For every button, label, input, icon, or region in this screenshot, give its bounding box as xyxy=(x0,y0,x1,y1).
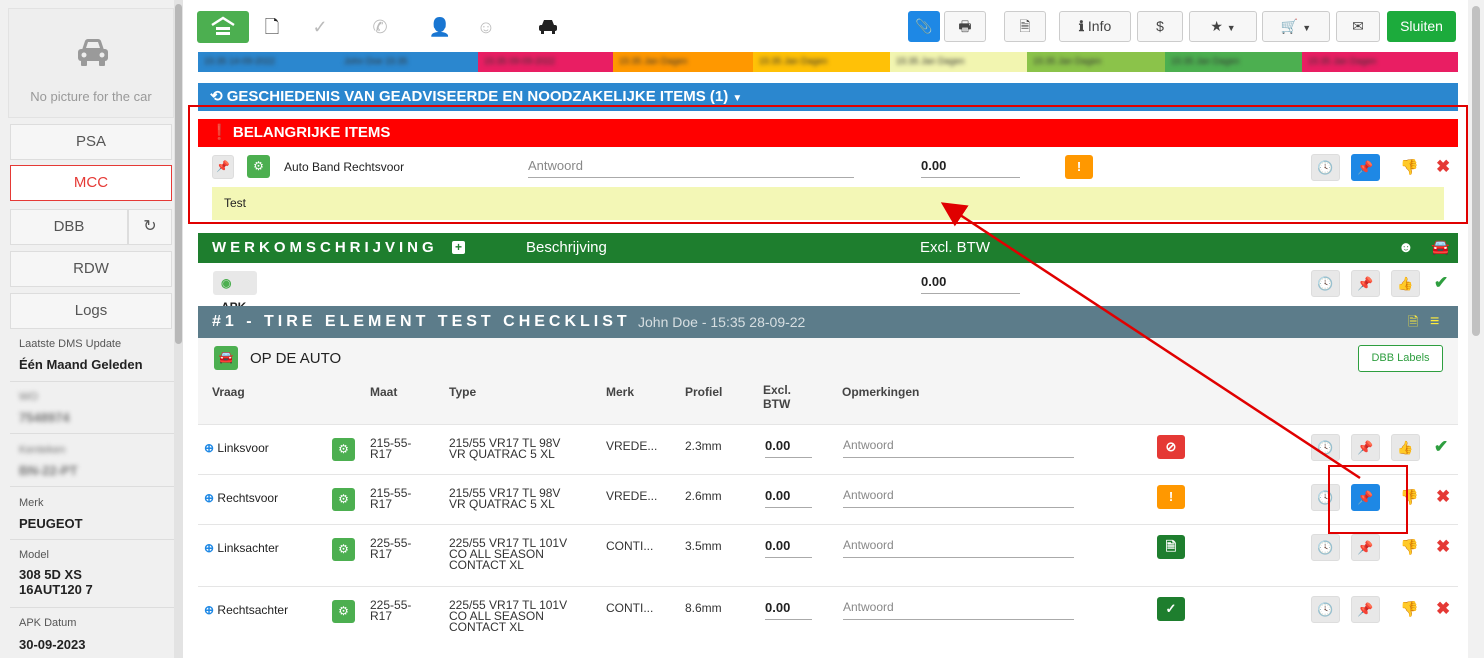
app-window: No picture for the car PSA MCC DBB ↻ RDW… xyxy=(0,0,1484,658)
main-scroll-thumb[interactable] xyxy=(1472,6,1480,336)
annotation-arrow xyxy=(940,202,1361,480)
main-scrollbar[interactable] xyxy=(1468,0,1484,658)
